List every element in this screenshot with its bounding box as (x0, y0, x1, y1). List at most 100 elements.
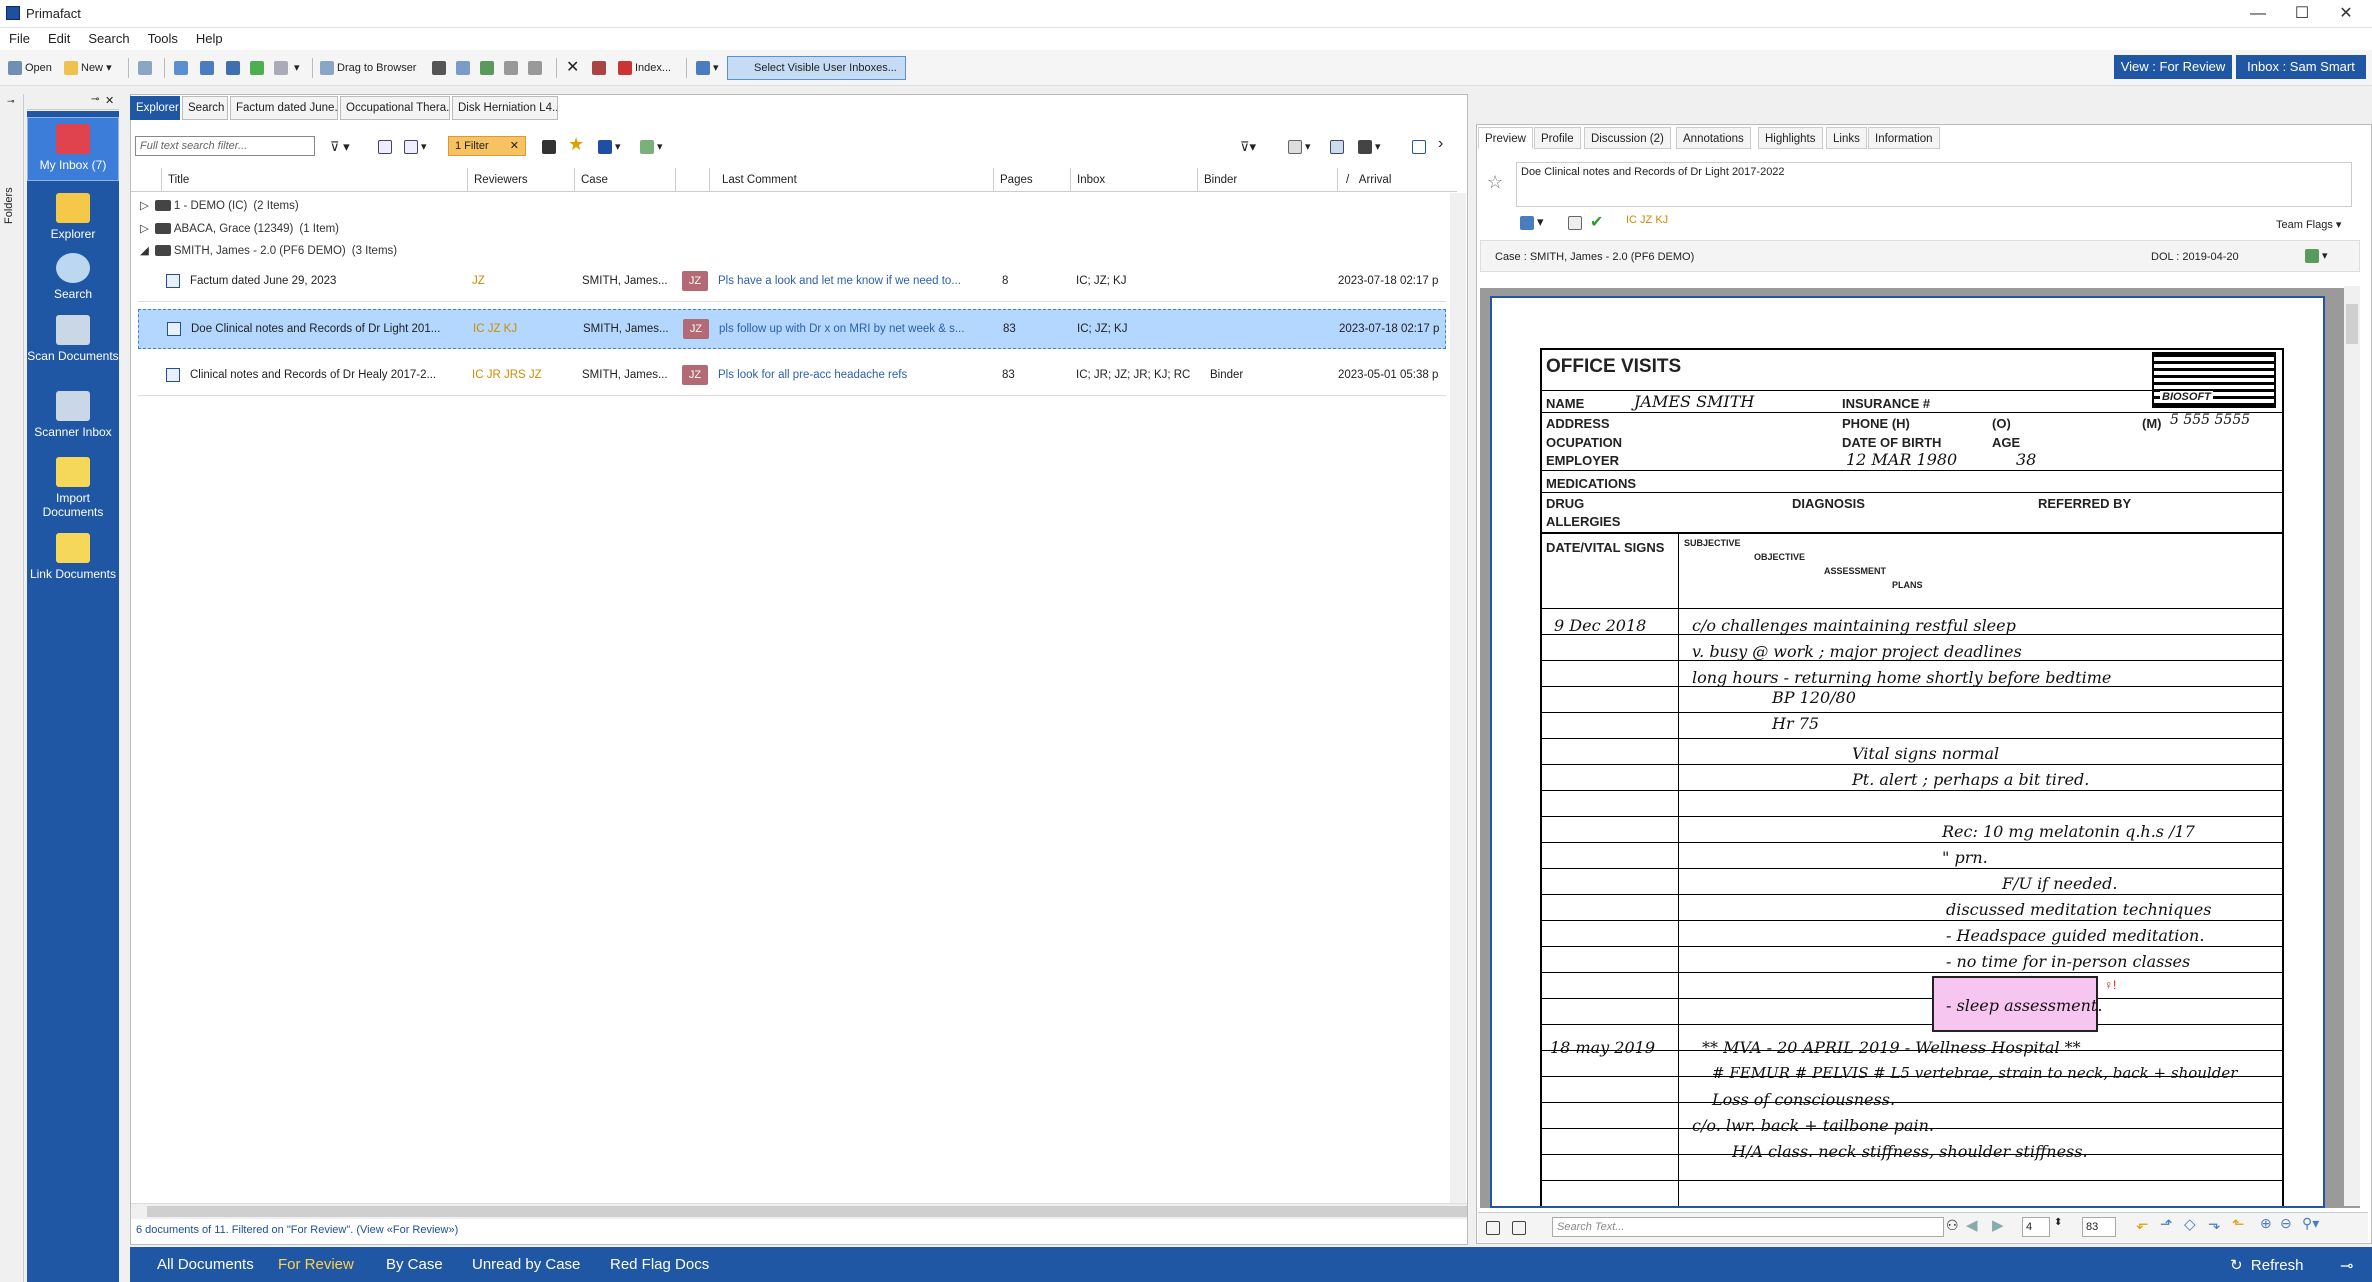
list-view-button[interactable]: ▾ (404, 137, 427, 157)
folder-open-button[interactable] (1486, 1219, 1503, 1235)
filter-chip[interactable]: 1 Filter ✕ (448, 136, 526, 156)
paste-button[interactable] (480, 58, 497, 78)
collapse-pane-button[interactable]: › (1438, 134, 1443, 154)
menu-file[interactable]: File (0, 28, 39, 46)
table-row[interactable]: Clinical notes and Records of Dr Healy 2… (138, 356, 1446, 396)
tab-discussion[interactable]: Discussion (2) (1584, 127, 1671, 149)
select-visible-inboxes-button[interactable]: Select Visible User Inboxes... (727, 56, 906, 80)
scroll-thumb[interactable] (2346, 304, 2358, 344)
copy-button[interactable] (456, 58, 473, 78)
pin-icon[interactable]: ⊸ (7, 96, 15, 107)
collapse-icon[interactable]: ◢ (140, 245, 149, 257)
zoom-in-icon[interactable]: ⊕ (2260, 1215, 2272, 1232)
grid-view-button[interactable] (378, 137, 395, 157)
tab-search[interactable]: Search (182, 96, 228, 120)
folder-filter-button[interactable] (542, 137, 559, 157)
column-badge[interactable] (675, 168, 705, 192)
drag-to-browser-button[interactable]: Drag to Browser (320, 58, 416, 78)
nav-link-documents[interactable]: Link Documents (27, 533, 119, 581)
group-smith-james[interactable]: ◢ SMITH, James - 2.0 (PF6 DEMO) (3 Items) (140, 243, 397, 257)
last-bookmark-icon[interactable]: ⬑ (2232, 1215, 2245, 1233)
tab-information[interactable]: Information (1868, 127, 1940, 149)
binder-menu-button[interactable]: ▾ (2305, 249, 2328, 264)
open-button[interactable]: Open (8, 58, 52, 78)
scroll-thumb[interactable] (147, 1206, 1467, 1217)
move-button[interactable] (250, 58, 267, 78)
pin-icon[interactable]: ⊸ (91, 94, 99, 105)
viewer-vertical-scrollbar[interactable] (2344, 286, 2360, 1206)
export-button[interactable] (200, 58, 217, 78)
duplicate-button[interactable]: ▾ (1288, 137, 1311, 157)
team-flags-dropdown[interactable]: Team Flags ▾ (2276, 218, 2341, 231)
print-button[interactable]: ▾ (1358, 137, 1381, 157)
view-tab-red-flag-docs[interactable]: Red Flag Docs (610, 1256, 709, 1273)
nav-explorer[interactable]: Explorer (27, 193, 119, 241)
comment-flag-icon[interactable]: ♀! (2104, 978, 2116, 992)
maximize-button[interactable]: ☐ (2280, 2, 2324, 26)
tab-annotations[interactable]: Annotations (1676, 127, 1751, 149)
menu-tools[interactable]: Tools (139, 28, 187, 46)
next-bookmark-icon[interactable]: ⬎ (2208, 1215, 2221, 1233)
first-bookmark-icon[interactable]: ⬐ (2136, 1215, 2149, 1233)
refresh-button[interactable]: ↻ Refresh (2230, 1256, 2303, 1274)
collapse-icon[interactable]: ⊸ (2340, 1256, 2353, 1276)
column-reviewers[interactable]: Reviewers (467, 168, 557, 192)
email-button[interactable] (174, 58, 191, 78)
filter-dropdown[interactable]: ⊽ ▾ (330, 137, 350, 157)
row-last-comment[interactable]: Pls look for all pre-acc headache refs (718, 369, 986, 381)
tab-highlights[interactable]: Highlights (1758, 127, 1823, 149)
list-horizontal-scrollbar[interactable] (131, 1203, 1467, 1219)
document-page[interactable]: OFFICE VISITS BIOSOFT NAME JAMES SMITH I… (1490, 296, 2325, 1208)
email-share-button[interactable]: ▾ (1520, 214, 1544, 230)
folders-strip[interactable]: ⊸ Folders (0, 94, 24, 1282)
page-number-input[interactable]: 4 (2022, 1217, 2050, 1237)
tab-explorer[interactable]: Explorer (130, 96, 180, 120)
external-open-button[interactable] (1512, 1219, 1529, 1235)
row-last-comment[interactable]: pls follow up with Dr x on MRI by net we… (719, 323, 987, 335)
layout-button[interactable]: ▾ (696, 58, 719, 78)
sticky-note-annotation[interactable]: - sleep assessment. (1932, 976, 2102, 1032)
prev-page-button[interactable]: ◀ (1966, 1216, 1978, 1234)
inbox-sam-smart-button[interactable]: Inbox : Sam Smart (2236, 55, 2366, 79)
list-vertical-scrollbar[interactable] (1450, 193, 1466, 1203)
star-filter-button[interactable]: ★ (568, 134, 584, 154)
zoom-out-icon[interactable]: ⊖ (2280, 1215, 2292, 1232)
row-last-comment[interactable]: Pls have a look and let me know if we ne… (718, 275, 986, 287)
nav-import-documents[interactable]: Import Documents (27, 457, 119, 519)
clipboard-button[interactable] (528, 58, 545, 78)
menu-help[interactable]: Help (187, 28, 232, 46)
table-row-selected[interactable]: Doe Clinical notes and Records of Dr Lig… (138, 309, 1446, 349)
column-binder[interactable]: Binder (1197, 168, 1277, 192)
paste-special-button[interactable] (504, 58, 521, 78)
close-icon[interactable]: ✕ (105, 94, 114, 107)
prev-bookmark-icon[interactable]: ⬏ (2160, 1215, 2173, 1233)
search-text-input[interactable]: Search Text... (1552, 1217, 1944, 1237)
column-filter-button[interactable]: ⊽▾ (1240, 137, 1256, 157)
view-tab-unread-by-case[interactable]: Unread by Case (472, 1256, 580, 1273)
next-page-button[interactable]: ▶ (1992, 1216, 2004, 1234)
nav-scan-documents[interactable]: Scan Documents (27, 315, 119, 363)
merge-button[interactable] (1330, 137, 1347, 157)
favorite-star-icon[interactable]: ☆ (1487, 172, 1503, 193)
binder-filter-button[interactable]: ▾ (640, 137, 663, 157)
copy-doc-button[interactable] (138, 58, 155, 78)
clear-filter-icon[interactable]: ✕ (510, 137, 519, 155)
new-button[interactable]: New ▾ (64, 58, 112, 78)
view-tab-for-review[interactable]: For Review (278, 1256, 354, 1273)
table-row[interactable]: Factum dated June 29, 2023 JZ SMITH, Jam… (138, 262, 1446, 302)
bookmark-icon[interactable]: ◇ (2184, 1215, 2196, 1233)
tab-profile[interactable]: Profile (1534, 127, 1581, 149)
filter-button[interactable]: ▾ (274, 58, 300, 78)
column-case[interactable]: Case (574, 168, 664, 192)
tab-preview[interactable]: Preview (1478, 127, 1533, 149)
expand-icon[interactable]: ▷ (140, 200, 149, 212)
page-spinner[interactable]: ⬍ (2054, 1217, 2062, 1228)
menu-search[interactable]: Search (79, 28, 138, 46)
minimize-button[interactable]: — (2236, 2, 2280, 26)
view-for-review-button[interactable]: View : For Review (2114, 55, 2232, 79)
expand-icon[interactable]: ▷ (140, 223, 149, 235)
ocr-button[interactable] (592, 58, 609, 78)
column-arrival[interactable]: / Arrival (1337, 168, 1447, 192)
index-button[interactable]: Index... (618, 58, 671, 78)
save-button[interactable] (226, 58, 243, 78)
